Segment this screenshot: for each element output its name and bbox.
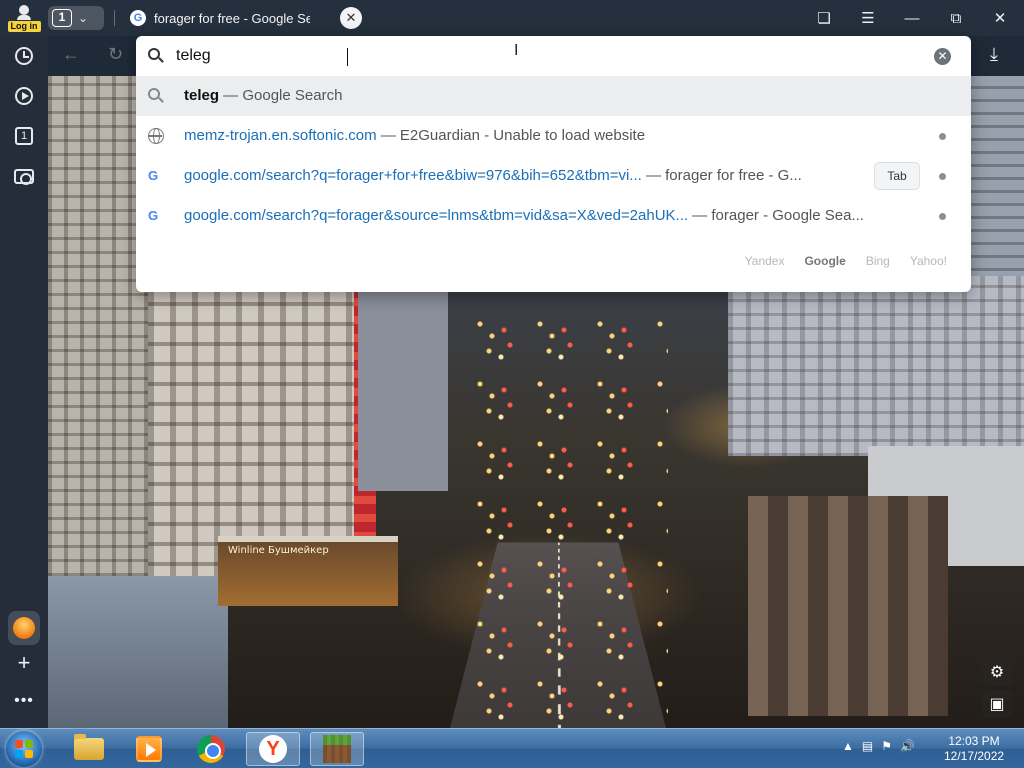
chevron-up-icon[interactable]: ▲: [842, 739, 854, 753]
suggestion-desc: — Google Search: [219, 87, 343, 104]
taskbar-yandex[interactable]: Y: [246, 732, 300, 766]
sidebar: 1 + •••: [0, 36, 48, 728]
engine-yahoo[interactable]: Yahoo!: [910, 254, 947, 268]
taskbar-explorer[interactable]: [62, 732, 116, 766]
suggestion-desc: — E2Guardian - Unable to load website: [376, 127, 646, 144]
shop-sign-text: Winline Бушмейкер: [228, 545, 329, 556]
network-icon[interactable]: ▤: [862, 739, 873, 753]
suggestion-query: teleg: [184, 87, 220, 104]
media-player-icon: [136, 736, 162, 762]
chrome-icon: [197, 735, 225, 763]
minecraft-icon: [323, 735, 351, 763]
clear-icon[interactable]: ✕: [934, 48, 951, 65]
suggestion-url: google.com/search?q=forager&source=lnms&…: [184, 207, 689, 224]
tab-count-icon: 1: [15, 127, 33, 145]
taskbar-chrome[interactable]: [184, 732, 238, 766]
google-icon: G: [148, 168, 159, 183]
taskbar-minecraft[interactable]: [310, 732, 364, 766]
building-mid: [358, 291, 448, 491]
address-bar[interactable]: I ✕: [136, 36, 971, 76]
camera-icon: [14, 168, 34, 185]
engine-google[interactable]: Google: [804, 254, 845, 268]
mouse-ibeam-icon: I: [514, 42, 519, 59]
engine-yandex[interactable]: Yandex: [745, 254, 785, 268]
search-engine-switcher: Yandex Google Bing Yahoo!: [745, 254, 947, 268]
add-icon[interactable]: +: [12, 650, 36, 676]
screenshot-button[interactable]: [10, 162, 38, 190]
divider: [114, 10, 115, 26]
restore-button[interactable]: ⧉: [934, 0, 978, 36]
start-button[interactable]: [6, 731, 42, 767]
reload-icon[interactable]: ↻: [108, 44, 123, 65]
tab-count: 1: [52, 9, 72, 27]
suggestion-desc: — forager for free - G...: [641, 167, 802, 184]
address-input[interactable]: [176, 44, 876, 68]
suggestion-open-tab[interactable]: G google.com/search?q=forager+for+free&b…: [136, 156, 971, 196]
remove-suggestion-icon[interactable]: [939, 173, 946, 180]
switch-to-tab-button[interactable]: Tab: [874, 162, 920, 190]
car-lights: [468, 306, 668, 726]
windows-taskbar: Y ▲ ▤ ⚑ 🔊 12:03 PM 12/17/2022: [0, 728, 1024, 768]
tab-count-button[interactable]: 1 ⌄: [48, 6, 104, 30]
download-icon[interactable]: ⤓: [990, 44, 998, 65]
google-favicon-icon: G: [130, 10, 146, 26]
google-icon: G: [148, 208, 159, 223]
tab-title: forager for free - Google Se: [154, 10, 310, 26]
search-icon: [148, 88, 164, 104]
tabs-button[interactable]: 1: [10, 122, 38, 150]
globe-icon: [148, 128, 164, 144]
taskbar-media-player[interactable]: [122, 732, 176, 766]
text-cursor: [347, 48, 348, 66]
tab-close-icon[interactable]: ✕: [340, 7, 362, 29]
folder-icon: [74, 734, 104, 760]
suggestion-search[interactable]: teleg — Google Search: [136, 76, 971, 116]
remove-suggestion-icon[interactable]: [939, 133, 946, 140]
volume-icon[interactable]: 🔊: [900, 739, 915, 753]
menu-icon[interactable]: ☰: [846, 0, 890, 36]
taskbar-clock[interactable]: 12:03 PM 12/17/2022: [944, 734, 1004, 764]
search-icon: [148, 48, 164, 64]
suggestion-history[interactable]: memz-trojan.en.softonic.com — E2Guardian…: [136, 116, 971, 156]
building-right: [728, 276, 1024, 456]
suggestion-url: memz-trojan.en.softonic.com: [184, 127, 377, 144]
user-icon: [19, 5, 29, 15]
suggestion-history[interactable]: G google.com/search?q=forager&source=lnm…: [136, 196, 971, 236]
suggestion-desc: — forager - Google Sea...: [688, 207, 864, 224]
clock-date: 12/17/2022: [944, 749, 1005, 763]
alice-button[interactable]: [8, 611, 40, 645]
minimize-button[interactable]: —: [890, 0, 934, 36]
media-button[interactable]: [10, 82, 38, 110]
login-button[interactable]: Log in: [6, 2, 42, 34]
bookmark-icon[interactable]: ❏: [802, 0, 846, 36]
omnibox-dropdown: I ✕ teleg — Google Search memz-trojan.en…: [136, 36, 971, 292]
play-icon: [15, 87, 33, 105]
settings-gear-icon[interactable]: ⚙: [982, 658, 1012, 686]
tab-google-search[interactable]: G forager for free - Google Se ✕: [130, 6, 362, 30]
more-icon[interactable]: •••: [12, 692, 36, 710]
history-button[interactable]: [10, 42, 38, 70]
yandex-icon: Y: [259, 735, 287, 763]
plaza-kiosks: [748, 496, 948, 716]
chevron-down-icon: ⌄: [78, 11, 89, 25]
login-label: Log in: [7, 21, 41, 32]
building-low-left: [48, 576, 228, 728]
clock-time: 12:03 PM: [948, 734, 1000, 748]
suggestion-url: google.com/search?q=forager+for+free&biw…: [184, 167, 642, 184]
system-tray: ▲ ▤ ⚑ 🔊: [842, 739, 915, 753]
back-arrow-icon[interactable]: ←: [62, 44, 80, 65]
remove-suggestion-icon[interactable]: [939, 213, 946, 220]
close-window-button[interactable]: ✕: [978, 0, 1022, 36]
clock-icon: [15, 47, 33, 65]
gallery-icon[interactable]: ▣: [982, 690, 1012, 718]
flag-icon[interactable]: ⚑: [881, 739, 892, 753]
engine-bing[interactable]: Bing: [866, 254, 890, 268]
alice-icon: [13, 617, 35, 639]
